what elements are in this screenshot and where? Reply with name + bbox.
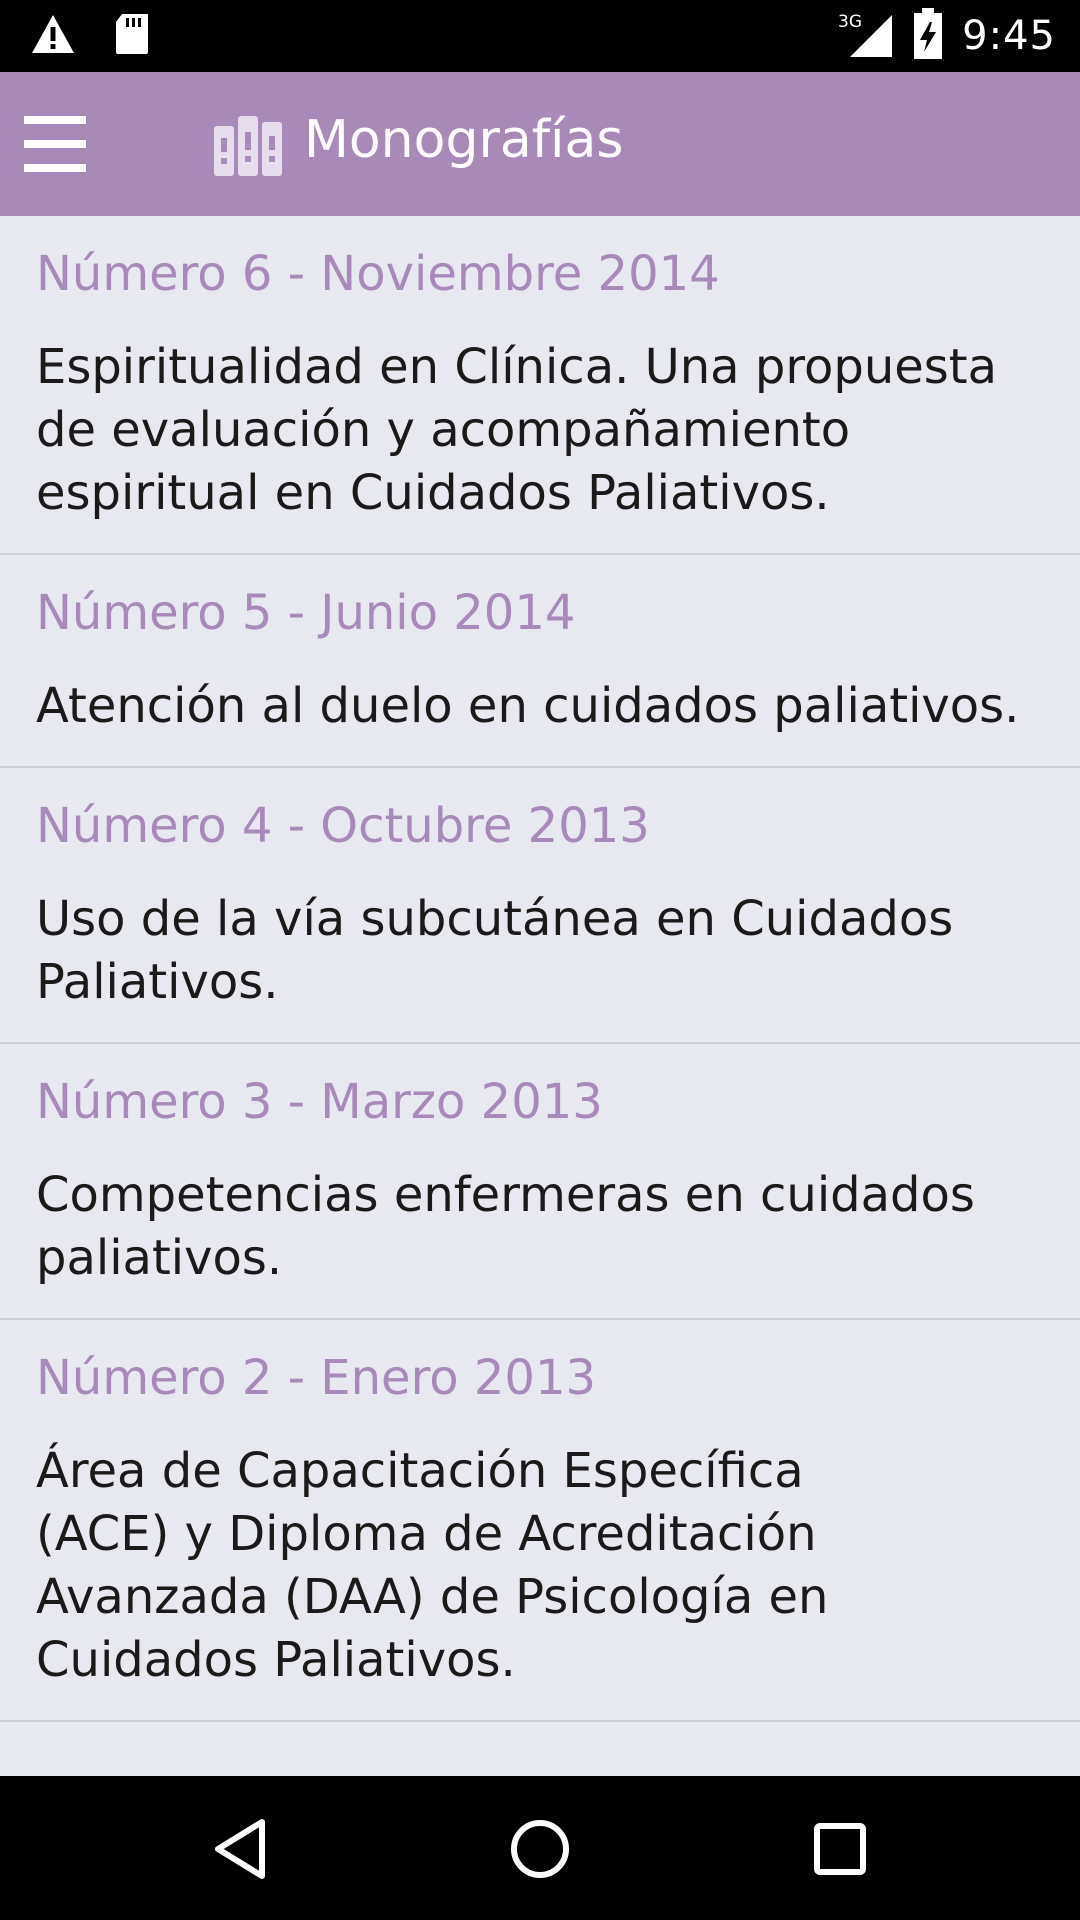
monograph-number: Número 6 - Noviembre 2014 [36, 246, 720, 302]
monograph-title: Espiritualidad en Clínica. Una propuesta… [36, 339, 998, 521]
list-item[interactable]: Número 3 - Marzo 2013 Competencias enfer… [0, 1044, 1080, 1320]
recent-apps-icon[interactable] [805, 1814, 875, 1884]
warning-icon [30, 13, 76, 59]
page-title: Monografías [304, 110, 624, 170]
svg-text:3G: 3G [838, 12, 862, 32]
clock: 9:45 [962, 13, 1056, 59]
list-item[interactable]: Número 2 - Enero 2013 Área de Capacitaci… [0, 1320, 1080, 1722]
monograph-title: Competencias enfermeras en cuidados pali… [36, 1167, 975, 1286]
app-bar: Monografías [0, 72, 1080, 216]
signal-3g-icon: 3G [838, 9, 894, 63]
sd-card-icon [114, 12, 150, 60]
monograph-number: Número 5 - Junio 2014 [36, 585, 576, 641]
books-logo-icon [212, 112, 284, 178]
monograph-title: Área de Capacitación Específica (ACE) y … [36, 1443, 829, 1688]
status-bar: 3G 9:45 [0, 0, 1080, 72]
home-icon[interactable] [505, 1814, 575, 1884]
list-item[interactable]: Número 5 - Junio 2014 Atención al duelo … [0, 555, 1080, 768]
menu-icon[interactable] [24, 116, 86, 172]
monograph-number: Número 3 - Marzo 2013 [36, 1074, 603, 1130]
monograph-title: Uso de la vía subcutánea en Cuidados Pal… [36, 891, 954, 1010]
navigation-bar [0, 1776, 1080, 1920]
monograph-number: Número 4 - Octubre 2013 [36, 798, 650, 854]
back-icon[interactable] [206, 1814, 276, 1884]
battery-charging-icon [912, 8, 944, 64]
monograph-title: Atención al duelo en cuidados paliativos… [36, 678, 1020, 734]
list-item[interactable]: Número 4 - Octubre 2013 Uso de la vía su… [0, 768, 1080, 1044]
monograph-list[interactable]: Número 6 - Noviembre 2014 Espiritualidad… [0, 216, 1080, 1776]
screen: 3G 9:45 Monografías Número 6 - Noviembre… [0, 0, 1080, 1920]
list-item[interactable]: Número 6 - Noviembre 2014 Espiritualidad… [0, 216, 1080, 555]
monograph-number: Número 2 - Enero 2013 [36, 1350, 597, 1406]
